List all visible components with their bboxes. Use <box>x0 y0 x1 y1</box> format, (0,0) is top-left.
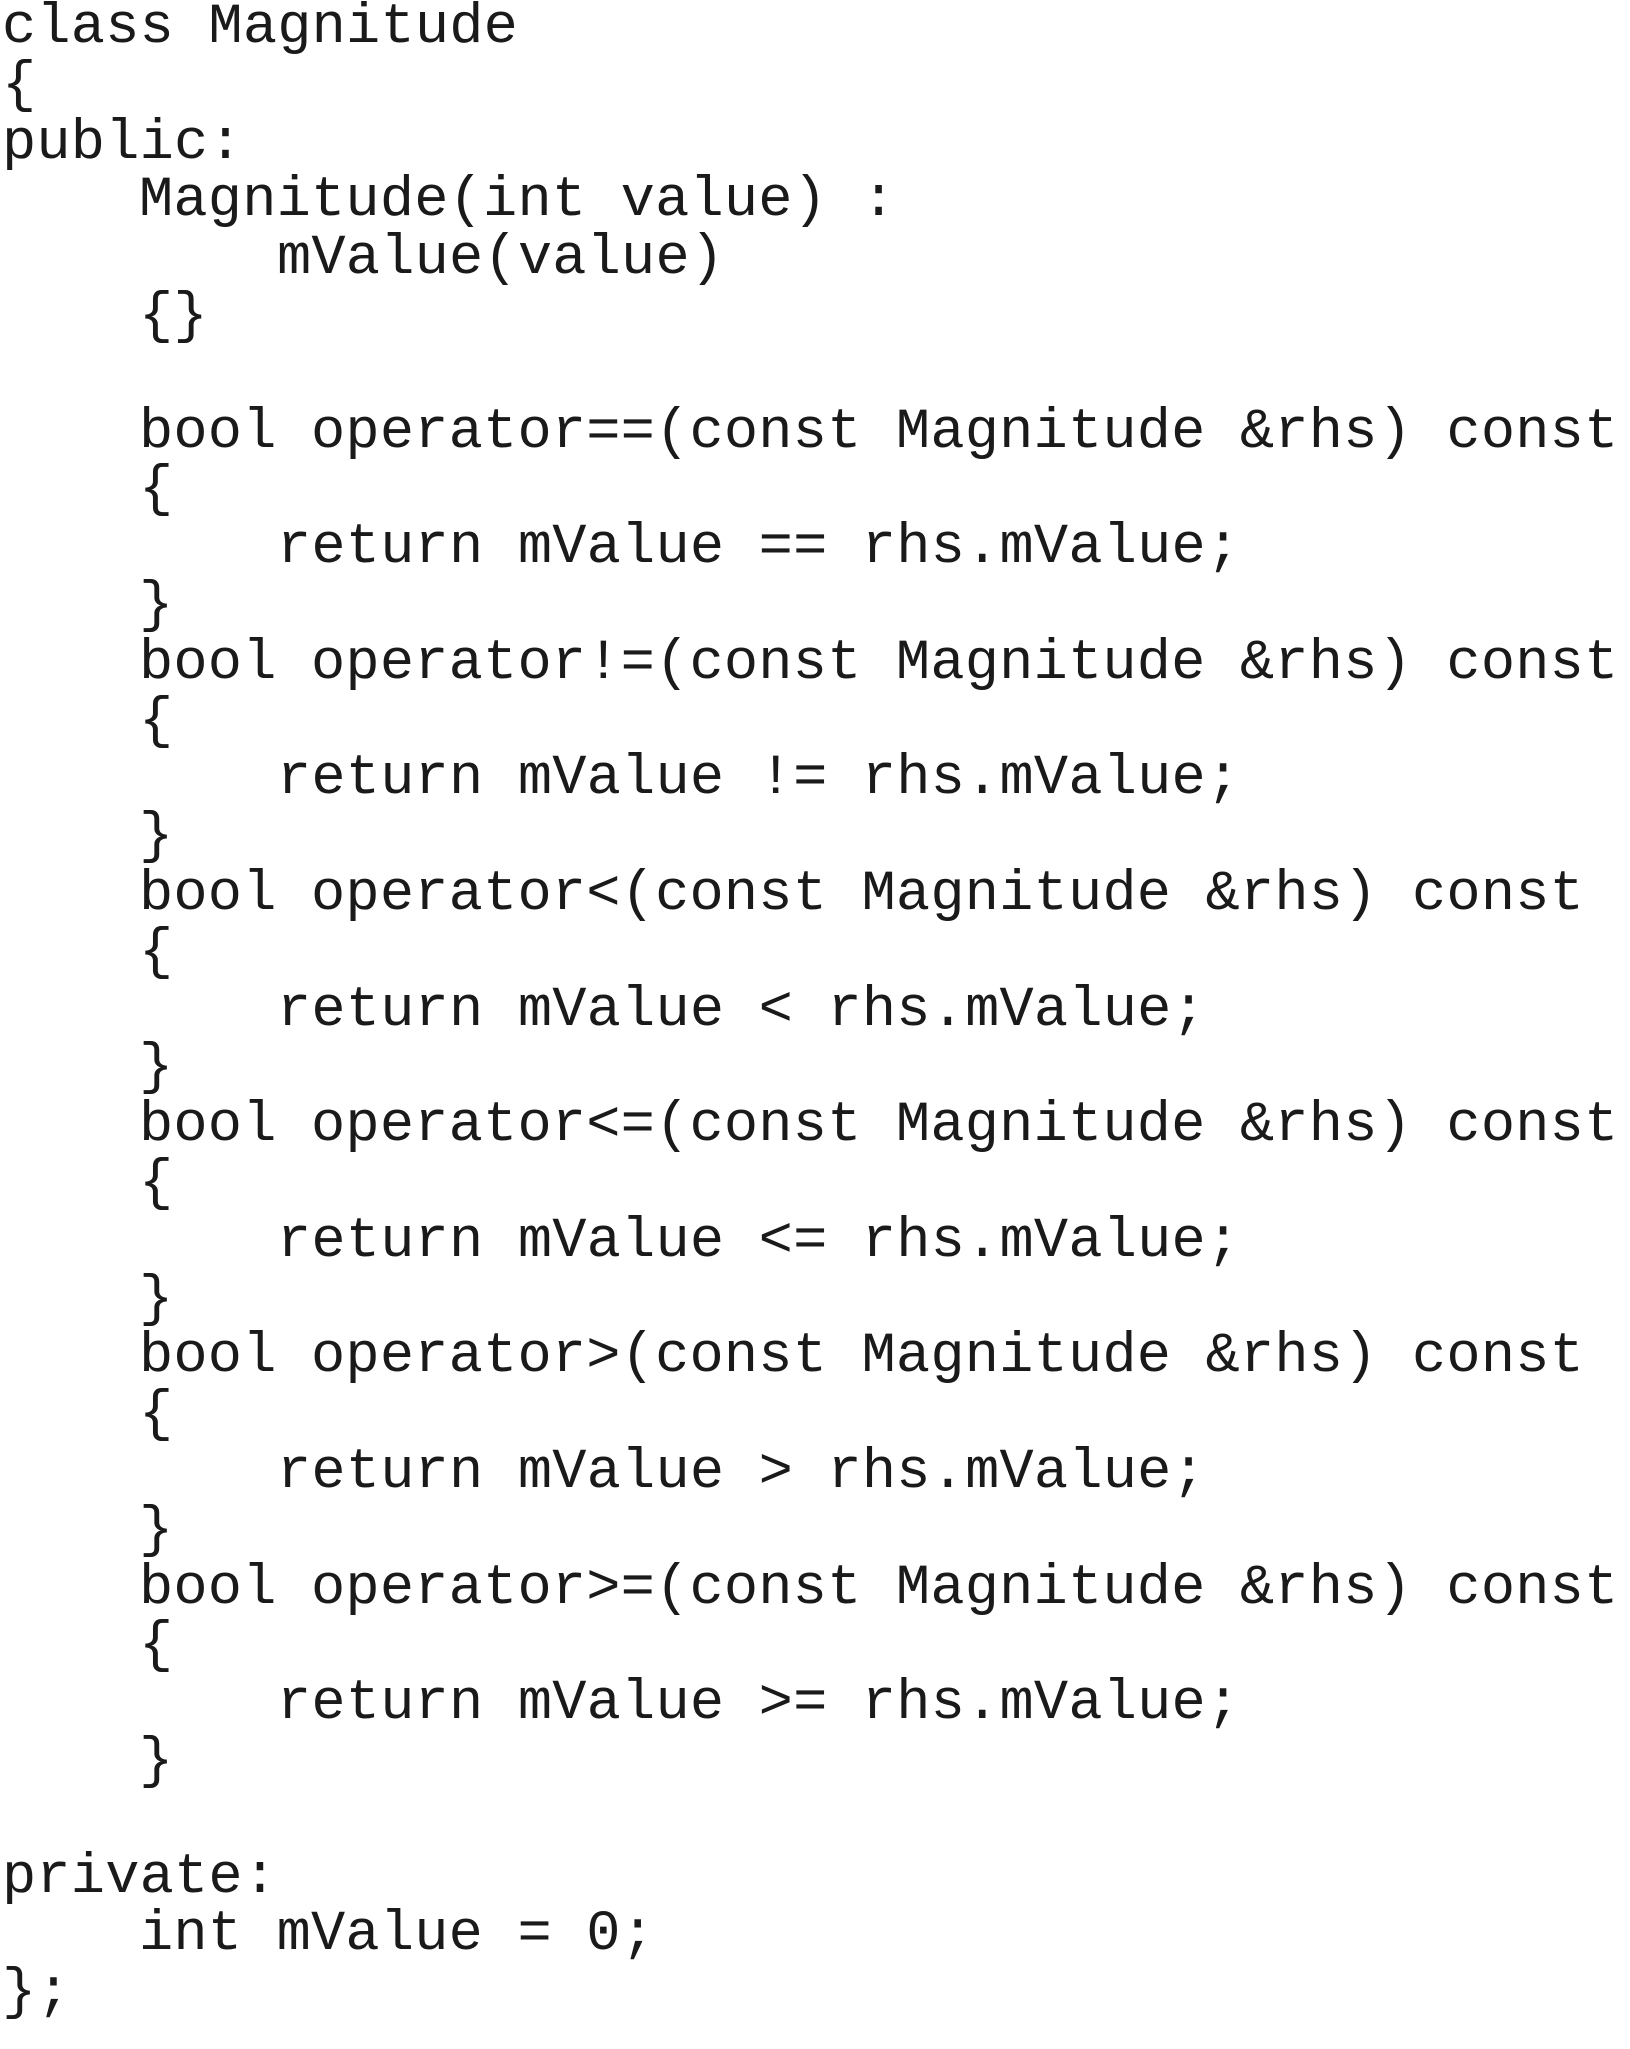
code-line-close-brace: } <box>139 573 174 638</box>
code-line-member-decl: int mValue = 0; <box>139 1903 656 1968</box>
code-line-open-brace: { <box>139 689 174 754</box>
code-line-operator-ge: bool operator>=(const Magnitude &rhs) co… <box>139 1556 1619 1621</box>
code-line-operator-ne: bool operator!=(const Magnitude &rhs) co… <box>139 631 1619 696</box>
code-line-return-gt: return mValue > rhs.mValue; <box>277 1440 1206 1505</box>
code-line-operator-le: bool operator<=(const Magnitude &rhs) co… <box>139 1094 1619 1159</box>
code-line-close-brace: } <box>139 1729 174 1794</box>
code-line-return-ne: return mValue != rhs.mValue; <box>277 747 1241 812</box>
code-listing: class Magnitude{public: Magnitude(int val… <box>0 0 1630 2049</box>
code-line-open-brace: { <box>139 1614 174 1679</box>
code-line-return-le: return mValue <= rhs.mValue; <box>277 1209 1241 1274</box>
code-line-open-brace: { <box>139 458 174 523</box>
code-line-initializer: mValue(value) <box>277 227 725 292</box>
code-line-class-open-brace: { <box>2 53 37 118</box>
code-line-close-brace: } <box>139 1036 174 1101</box>
code-line-close-brace: } <box>139 1498 174 1563</box>
code-line-return-lt: return mValue < rhs.mValue; <box>277 978 1206 1043</box>
code-line-operator-lt: bool operator<(const Magnitude &rhs) con… <box>139 862 1585 927</box>
code-line-operator-eq: bool operator==(const Magnitude &rhs) co… <box>139 400 1619 465</box>
code-line-open-brace: { <box>139 1383 174 1448</box>
code-line-return-ge: return mValue >= rhs.mValue; <box>277 1672 1241 1737</box>
code-line-close-brace: } <box>139 1267 174 1332</box>
code-line-constructor: Magnitude(int value) : <box>139 169 896 234</box>
code-line-public-label: public: <box>2 111 243 176</box>
code-line-private-label: private: <box>2 1845 278 1910</box>
code-line-open-brace: { <box>139 1151 174 1216</box>
code-line-open-brace: { <box>139 920 174 985</box>
code-line-return-eq: return mValue == rhs.mValue; <box>277 516 1241 581</box>
code-line-class-decl: class Magnitude <box>2 0 519 60</box>
code-line-constructor-body: {} <box>139 284 208 349</box>
code-line-class-close: }; <box>2 1961 71 2026</box>
code-line-operator-gt: bool operator>(const Magnitude &rhs) con… <box>139 1325 1585 1390</box>
code-line-close-brace: } <box>139 805 174 870</box>
